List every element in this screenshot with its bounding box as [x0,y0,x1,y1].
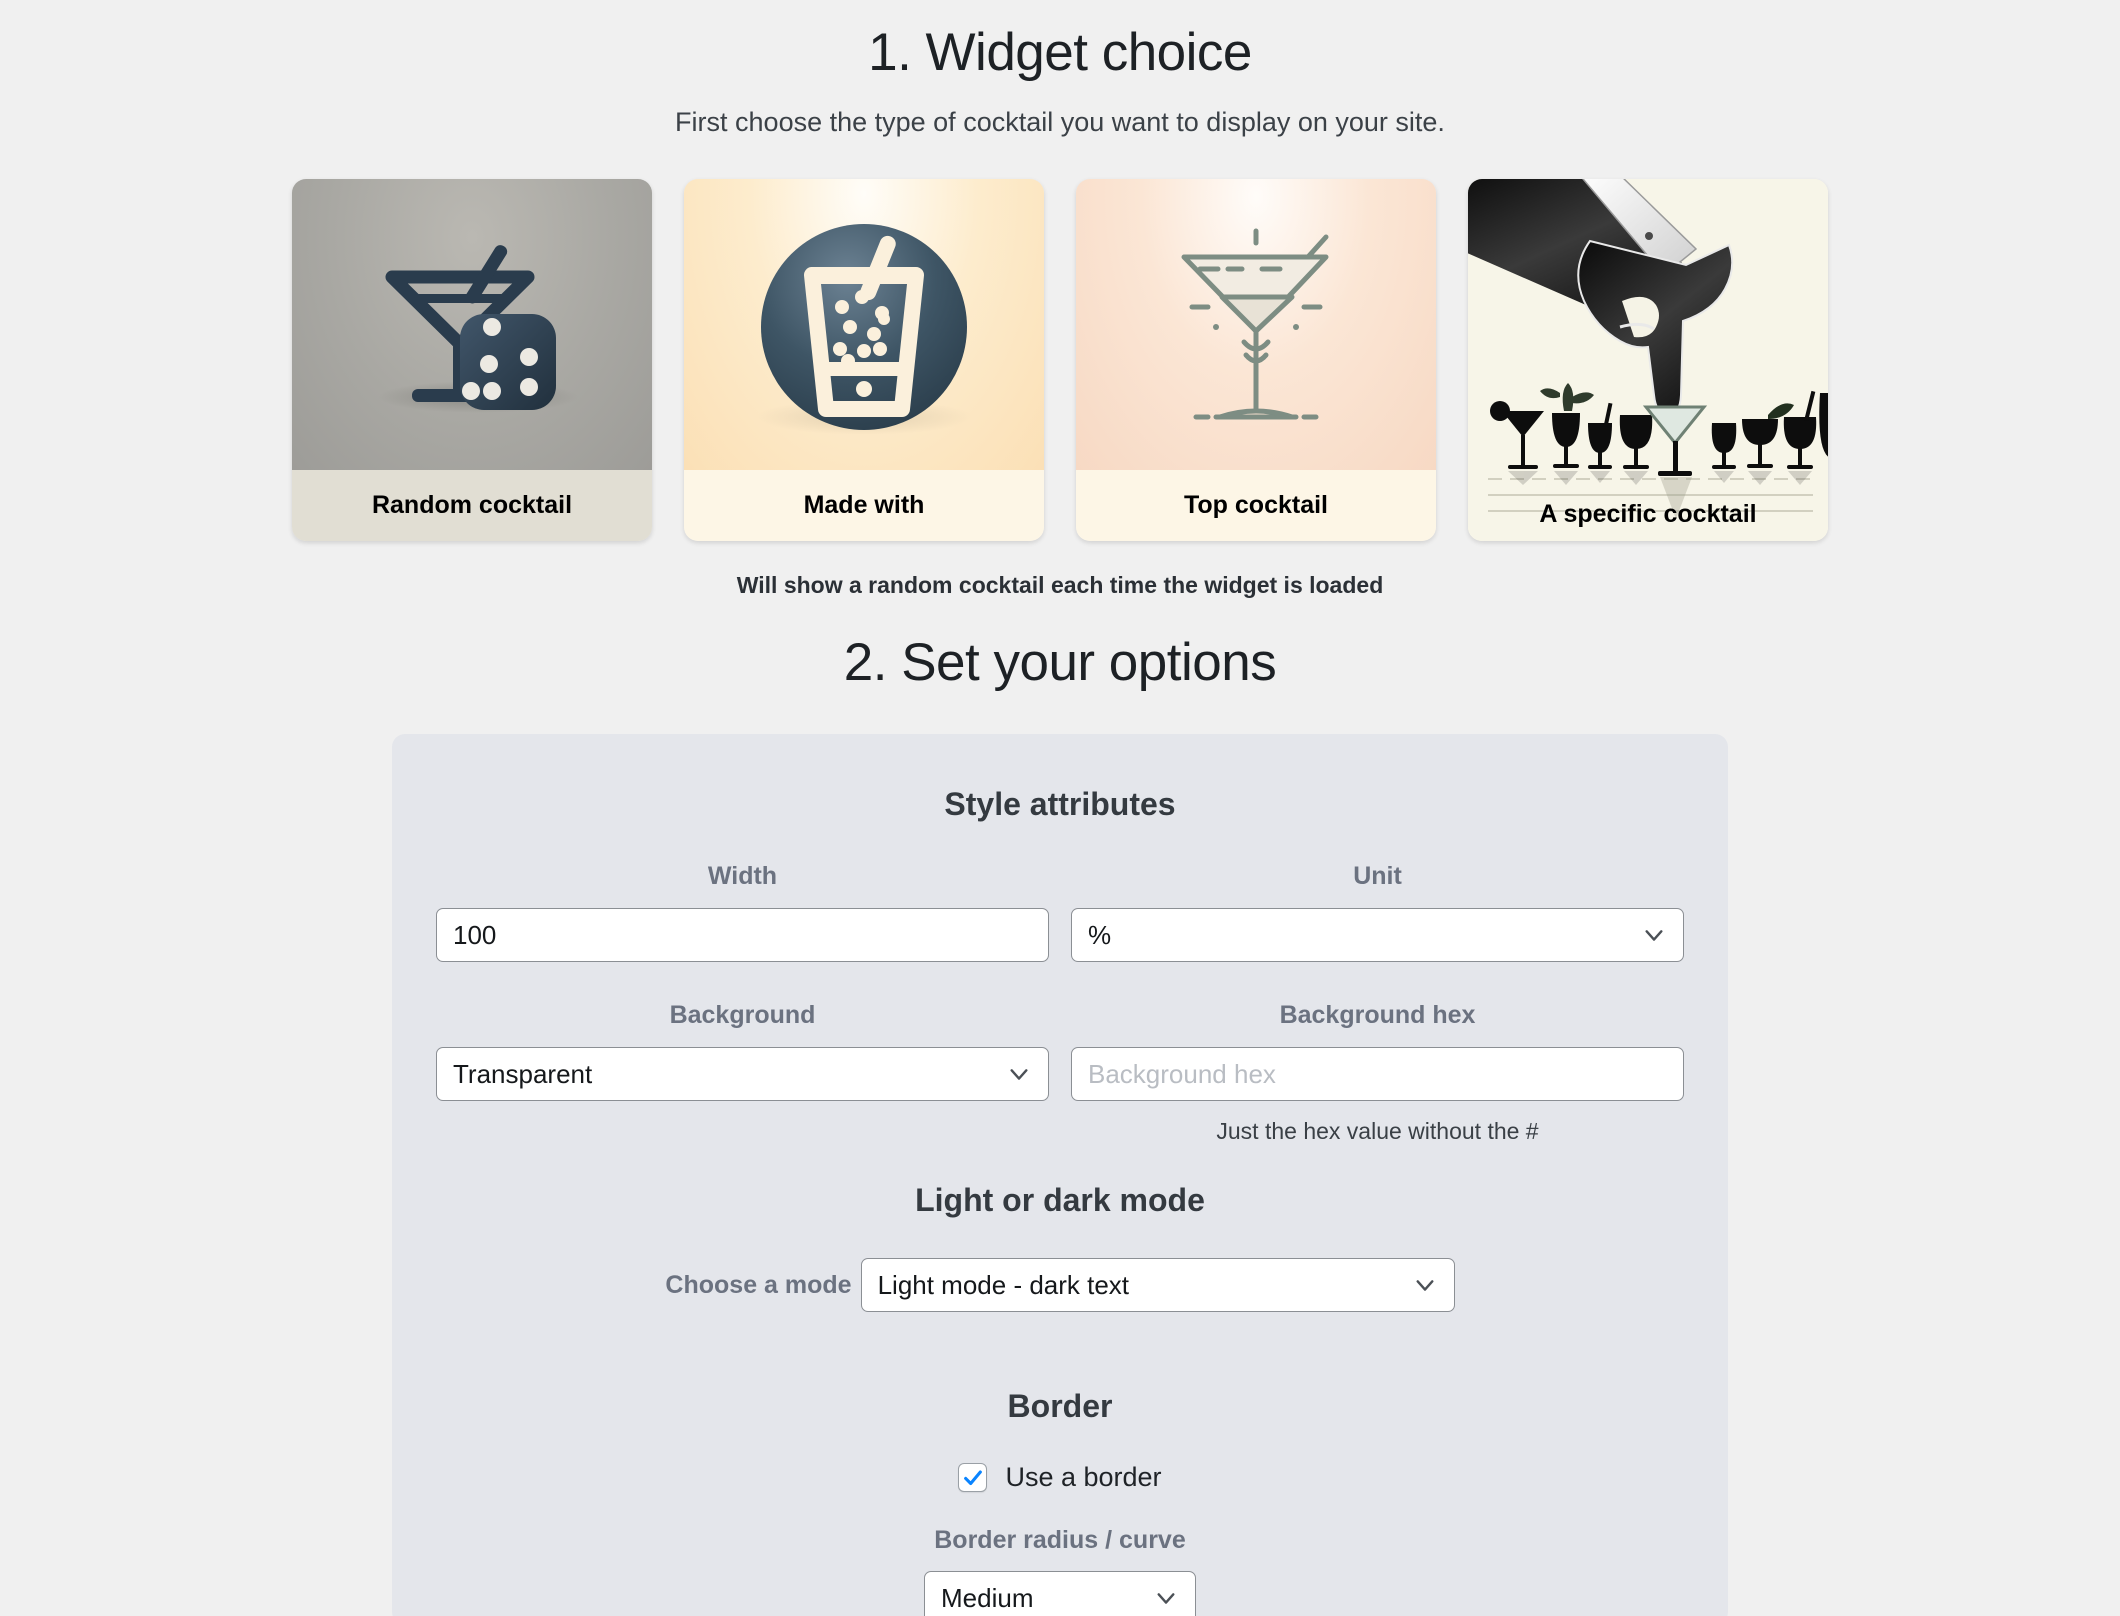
chevron-down-icon [1643,924,1665,946]
use-border-row: Use a border [436,1462,1684,1493]
highball-glass-with-stirrer-icon [756,224,972,435]
background-label: Background [669,1001,816,1029]
line-art-martini-glass-icon [1181,228,1329,420]
background-hex-help: Just the hex value without the # [1216,1118,1539,1144]
random-cocktail-artwork [292,179,652,470]
background-field-group: Background Transparent [436,1001,1049,1158]
mode-select-value: Light mode - dark text [877,1269,1130,1300]
chevron-down-icon [1155,1587,1177,1609]
unit-field-group: Unit % [1071,862,1684,962]
mode-label: Choose a mode [665,1270,852,1299]
mode-row: Choose a mode Light mode - dark text [436,1258,1684,1312]
martini-glass-and-dice-icon [378,245,578,413]
background-select[interactable]: Transparent [436,1047,1049,1101]
border-radius-select[interactable]: Medium [924,1571,1196,1616]
top-cocktail-artwork [1076,179,1436,470]
mode-heading: Light or dark mode [915,1182,1205,1218]
background-help-spacer [436,1101,1049,1158]
background-hex-field-group: Background hex Background hex Just the h… [1071,1001,1684,1158]
widget-card-label: Made with [684,470,1044,541]
widget-card-label: Top cocktail [1076,470,1436,541]
options-panel: Style attributes Width 100 Unit % Backgr… [392,734,1728,1616]
widget-card-made-with[interactable]: Made with [684,179,1044,541]
widget-card-label: A specific cocktail [1539,500,1757,528]
background-hex-input[interactable]: Background hex [1071,1047,1684,1101]
border-heading: Border [1007,1388,1113,1424]
width-label: Width [707,862,778,890]
style-attributes-heading: Style attributes [944,786,1176,822]
background-hex-placeholder: Background hex [1088,1058,1276,1089]
unit-select-value: % [1088,919,1112,950]
width-input[interactable]: 100 [436,908,1049,962]
check-icon [964,1469,982,1485]
page-subtitle: First choose the type of cocktail you wa… [675,107,1445,137]
width-input-value: 100 [453,919,497,950]
specific-cocktail-artwork [1468,179,1828,541]
unit-select[interactable]: % [1071,908,1684,962]
page-title: 1. Widget choice [868,23,1252,82]
made-with-artwork [684,179,1044,470]
background-select-value: Transparent [453,1058,593,1089]
border-radius-label: Border radius / curve [934,1526,1186,1554]
chevron-down-icon [1414,1274,1436,1296]
unit-label: Unit [1353,862,1402,890]
border-radius-row: Medium [436,1571,1684,1616]
mode-select[interactable]: Light mode - dark text [860,1258,1455,1312]
set-options-section: 2. Set your options Style attributes Wid… [0,632,2120,1616]
border-radius-select-value: Medium [941,1582,1034,1613]
width-field-group: Width 100 [436,862,1049,962]
widget-card-label: Random cocktail [292,470,652,541]
widget-choice-hint: Will show a random cocktail each time th… [736,572,1384,598]
widget-card-random-cocktail[interactable]: Random cocktail [292,179,652,541]
widget-card-specific-cocktail[interactable]: A specific cocktail [1468,179,1828,541]
use-border-checkbox[interactable] [958,1463,988,1492]
widget-choice-section: 1. Widget choice First choose the type o… [0,0,2120,599]
background-hex-label: Background hex [1279,1001,1476,1029]
background-row: Background Transparent Background hex Ba… [436,1001,1684,1158]
width-unit-row: Width 100 Unit % [436,862,1684,962]
hand-pointing-at-cocktails-icon [1468,179,1828,541]
chevron-down-icon [1008,1063,1030,1085]
widget-choice-card-list: Random cocktail Made with Top cocktail A… [0,179,2120,541]
use-border-label: Use a border [1005,1462,1162,1492]
options-title: 2. Set your options [843,633,1277,692]
widget-card-top-cocktail[interactable]: Top cocktail [1076,179,1436,541]
